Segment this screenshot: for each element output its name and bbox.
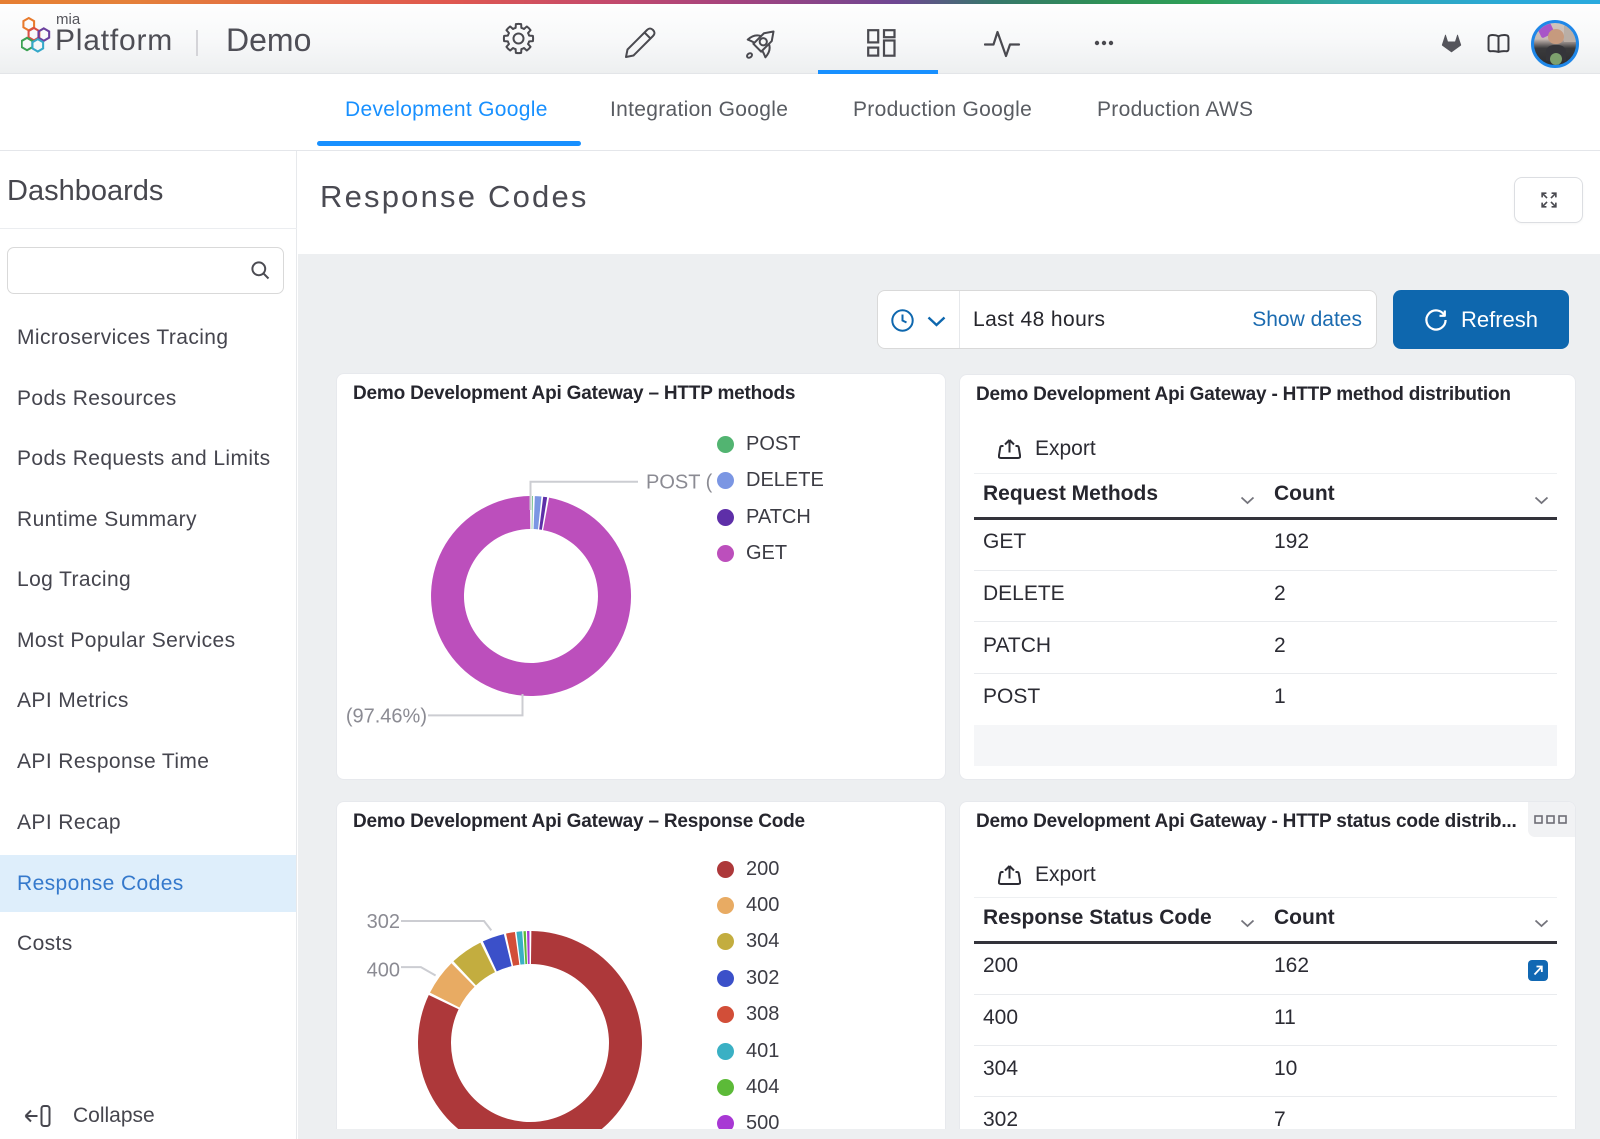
svg-text:POST (0.51%): POST (0.51%): [646, 472, 713, 494]
svg-text:302: 302: [367, 911, 400, 933]
svg-text:400: 400: [367, 960, 400, 982]
svg-text:GET (97.46%): GET (97.46%): [347, 706, 427, 728]
